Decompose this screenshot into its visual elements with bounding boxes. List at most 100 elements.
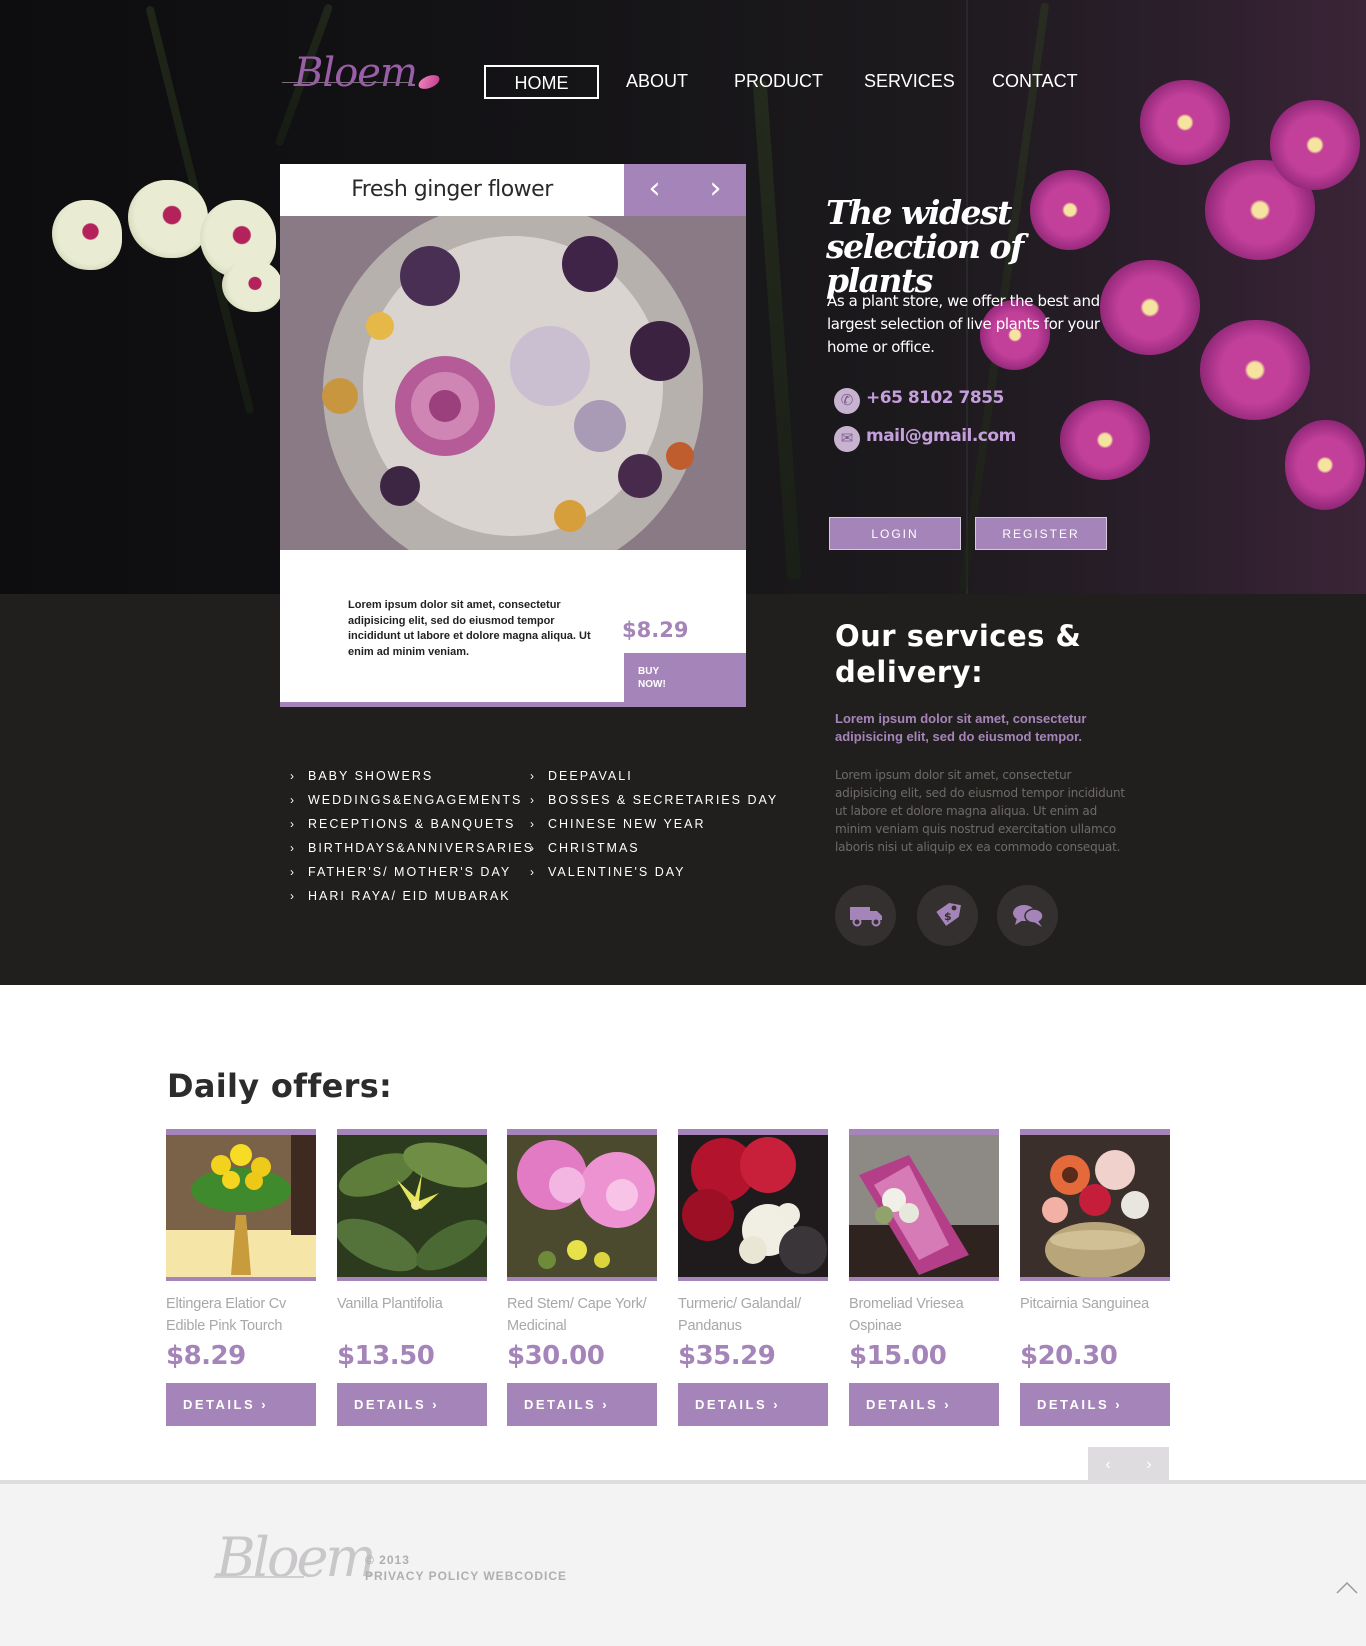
offers-pager: ‹ › (1088, 1447, 1169, 1482)
services-lead: Lorem ipsum dolor sit amet, consectetur … (835, 711, 1087, 744)
chevron-right-icon: › (290, 769, 294, 783)
product-image[interactable] (507, 1129, 657, 1281)
chevron-right-icon[interactable]: › (1129, 1447, 1169, 1482)
product-image[interactable] (849, 1129, 999, 1281)
services-list-left: › BABY SHOWERS › WEDDINGS&ENGAGEMENTS › REC… (290, 764, 534, 908)
list-item[interactable]: › VALENTINE'S DAY (530, 860, 778, 884)
daily-offers-section: Daily offers: Eltingera Elatior Cv Edibl… (0, 985, 1366, 1483)
tagline-line-1: The widest (826, 193, 1012, 232)
product-image[interactable] (1020, 1129, 1170, 1281)
footer-logo-underline (214, 1576, 304, 1578)
product-price: $8.29 (166, 1341, 246, 1371)
nav-services[interactable]: SERVICES (864, 65, 955, 99)
white-orchid-flower (52, 200, 122, 270)
nav-contact[interactable]: CONTACT (992, 65, 1078, 99)
featured-product-title: Fresh ginger flower (351, 177, 553, 202)
product-card: Red Stem/ Cape York/ Medicinal $30.00 DE… (507, 1129, 657, 1426)
product-price: $35.29 (678, 1341, 776, 1371)
chevron-right-icon: › (290, 841, 294, 855)
product-price: $30.00 (507, 1341, 605, 1371)
product-name: Vanilla Plantifolia (337, 1296, 443, 1312)
product-name: Red Stem/ Cape York/ Medicinal (507, 1296, 647, 1334)
list-item[interactable]: › WEDDINGS&ENGAGEMENTS (290, 788, 534, 812)
product-name: Eltingera Elatior Cv Edible Pink Tourch (166, 1296, 287, 1334)
daily-offers-title: Daily offers: (167, 1067, 393, 1105)
details-button[interactable]: DETAILS › (507, 1383, 657, 1426)
list-item[interactable]: › FATHER'S/ MOTHER'S DAY (290, 860, 534, 884)
logo-text: Bloem (294, 50, 418, 96)
details-button[interactable]: DETAILS › (678, 1383, 828, 1426)
list-item[interactable]: › HARI RAYA/ EID MUBARAK (290, 884, 534, 908)
chevron-left-icon[interactable]: ‹ (1088, 1447, 1128, 1482)
white-orchid-flower (222, 260, 282, 312)
chevron-right-icon: › (530, 865, 534, 879)
purple-orchid-flower (1140, 80, 1230, 165)
logo[interactable]: Bloem (282, 50, 452, 100)
product-name: Turmeric/ Galandal/ Pandanus (678, 1296, 801, 1334)
product-card: Eltingera Elatior Cv Edible Pink Tourch … (166, 1129, 316, 1426)
featured-product-card: Fresh ginger flower ‹ › Lorem ipsum dolo… (280, 164, 746, 707)
list-item[interactable]: › CHINESE NEW YEAR (530, 812, 778, 836)
svg-text:$: $ (944, 910, 952, 923)
buy-label-now: NOW! (638, 679, 666, 690)
purple-orchid-flower (1100, 260, 1200, 355)
email-address[interactable]: mail@gmail.com (866, 426, 1016, 446)
chat-bubbles-icon[interactable] (997, 885, 1058, 946)
product-name: Pitcairnia Sanguinea (1020, 1296, 1150, 1312)
list-item[interactable]: › BIRTHDAYS&ANNIVERSARIES (290, 836, 534, 860)
footer: Bloem © 2013 PRIVACY POLICY WEBCODICE (0, 1480, 1366, 1646)
product-price: $20.30 (1020, 1341, 1118, 1371)
list-item[interactable]: › BOSSES & SECRETARIES DAY (530, 788, 778, 812)
privacy-policy-link[interactable]: PRIVACY POLICY WEBCODICE (365, 1568, 567, 1584)
footer-copyright: © 2013 PRIVACY POLICY WEBCODICE (365, 1552, 567, 1584)
footer-logo[interactable]: Bloem (216, 1526, 377, 1589)
copyright-text: © 2013 (365, 1553, 410, 1567)
product-card: Turmeric/ Galandal/ Pandanus $35.29 DETA… (678, 1129, 828, 1426)
purple-orchid-flower (1270, 100, 1360, 190)
buy-now-button[interactable]: BUY NOW! (624, 653, 746, 707)
purple-orchid-flower (1285, 420, 1365, 510)
list-item[interactable]: › BABY SHOWERS (290, 764, 534, 788)
details-button[interactable]: DETAILS › (1020, 1383, 1170, 1426)
phone-number[interactable]: +65 8102 7855 (866, 388, 1004, 408)
featured-product-price: $8.29 (622, 618, 689, 642)
envelope-icon: ✉ (834, 426, 860, 452)
chevron-right-icon: › (290, 793, 294, 807)
login-button[interactable]: LOGIN (829, 517, 961, 550)
services-list-right: › DEEPAVALI › BOSSES & SECRETARIES DAY › CH… (530, 764, 778, 884)
product-name: Bromeliad Vriesea Ospinae (849, 1296, 964, 1334)
list-item[interactable]: › RECEPTIONS & BANQUETS (290, 812, 534, 836)
details-button[interactable]: DETAILS › (849, 1383, 999, 1426)
list-item[interactable]: › DEEPAVALI (530, 764, 778, 788)
register-button[interactable]: REGISTER (975, 517, 1107, 550)
chevron-right-icon: › (530, 769, 534, 783)
chevron-right-icon: › (290, 865, 294, 879)
nav-home[interactable]: HOME (484, 65, 599, 99)
chevron-right-icon: › (290, 889, 294, 903)
product-card: Pitcairnia Sanguinea $20.30 DETAILS › (1020, 1129, 1170, 1426)
chevron-right-icon: › (290, 817, 294, 831)
chevron-right-icon: › (530, 793, 534, 807)
buy-label: BUY (638, 666, 660, 677)
product-image[interactable] (337, 1129, 487, 1281)
list-item[interactable]: › CHRISTMAS (530, 836, 778, 860)
product-image[interactable] (166, 1129, 316, 1281)
product-card: Vanilla Plantifolia $13.50 DETAILS › (337, 1129, 487, 1426)
arrow-up-icon[interactable] (1336, 1578, 1360, 1598)
hero-tagline: The widest selection of plants (826, 196, 1086, 298)
product-price: $13.50 (337, 1341, 435, 1371)
background-stem (752, 80, 802, 580)
truck-icon[interactable] (835, 885, 896, 946)
product-image[interactable] (678, 1129, 828, 1281)
price-tag-icon[interactable]: $ (917, 885, 978, 946)
chevron-left-icon[interactable]: ‹ (624, 164, 685, 216)
details-button[interactable]: DETAILS › (337, 1383, 487, 1426)
nav-product[interactable]: PRODUCT (734, 65, 823, 99)
nav-about[interactable]: ABOUT (626, 65, 688, 99)
details-button[interactable]: DETAILS › (166, 1383, 316, 1426)
services-heading: Our services & delivery: (835, 619, 1082, 689)
services-body: Lorem ipsum dolor sit amet, consectetur … (835, 768, 1125, 854)
chevron-right-icon[interactable]: › (685, 164, 746, 216)
featured-product-description: Lorem ipsum dolor sit amet, consectetur … (348, 599, 591, 658)
chevron-right-icon: › (530, 817, 534, 831)
